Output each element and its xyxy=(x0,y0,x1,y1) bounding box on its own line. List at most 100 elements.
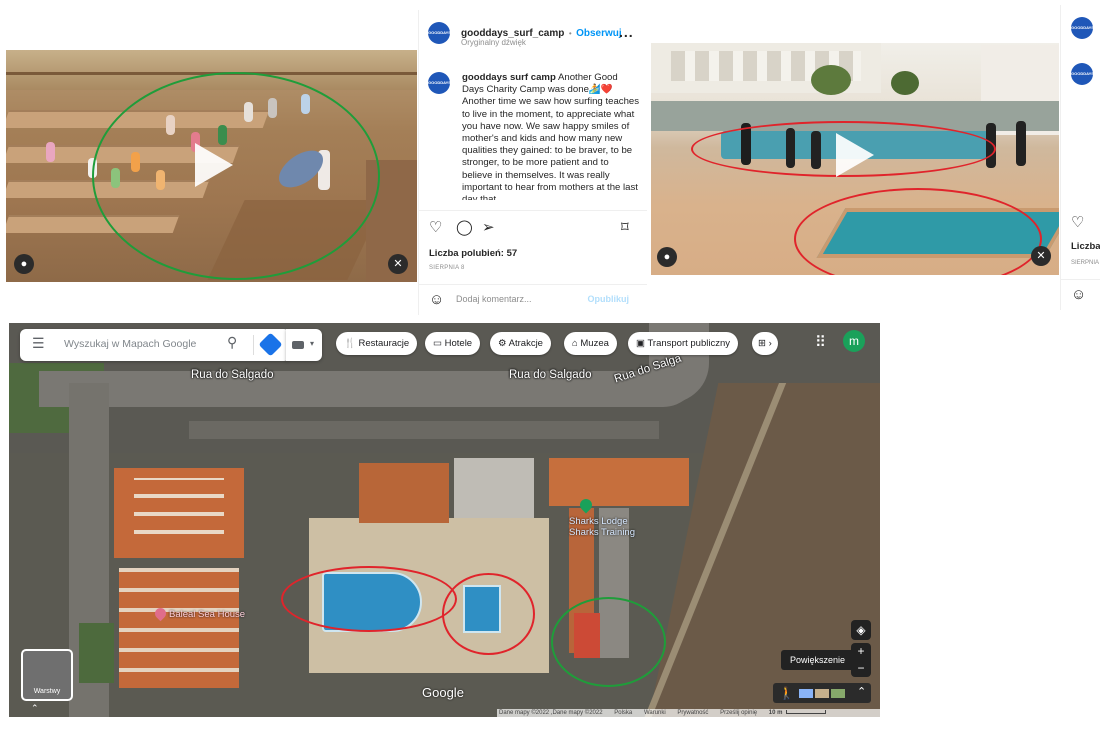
share-icon[interactable]: ➢ xyxy=(482,218,495,236)
menu-icon[interactable]: ☰ xyxy=(32,335,45,352)
caption-avatar[interactable]: GOODDAYS xyxy=(1071,63,1094,85)
save-bookmark-icon[interactable]: ⌑ xyxy=(621,218,629,236)
layers-expand-icon[interactable]: ⌃ xyxy=(31,703,39,714)
profile-avatar[interactable]: GOODDAYS xyxy=(428,22,451,44)
caption-username[interactable]: gooddays surf camp xyxy=(462,72,556,83)
layers-label: Warstwy xyxy=(33,688,61,695)
audio-label[interactable]: Oryginalny dźwięk xyxy=(461,38,526,47)
follow-button[interactable]: Obserwuj xyxy=(576,28,622,39)
chevron-down-icon: ▾ xyxy=(310,339,315,348)
account-avatar[interactable]: m xyxy=(843,330,865,352)
poi-label[interactable]: Baleal Sea House xyxy=(169,609,245,620)
caption-avatar[interactable]: GOODDAYS xyxy=(428,72,451,94)
post-date[interactable]: SIERPNIA xyxy=(1071,260,1099,266)
my-location-icon[interactable]: ◈ xyxy=(851,620,871,640)
footer-link[interactable]: Prześlij opinię xyxy=(720,710,757,716)
expand-up-icon[interactable]: ⌃ xyxy=(857,685,866,698)
divider xyxy=(1061,279,1100,280)
chip-label: Hotele xyxy=(444,338,473,349)
separator-dot: • xyxy=(568,29,572,38)
mute-icon[interactable]: ✕ xyxy=(1031,246,1051,266)
map-data-credit: Dane mapy ©2022 ,Dane mapy ©2022 xyxy=(499,710,603,716)
green-highlight-circle xyxy=(92,72,380,280)
street-label: Rua do Salgado xyxy=(191,369,274,381)
emoji-icon[interactable]: ☺ xyxy=(1071,286,1086,303)
green-highlight-circle xyxy=(551,597,666,687)
person xyxy=(1016,121,1026,166)
map-search-box[interactable]: ☰ Wyszukaj w Mapach Google ⚲ xyxy=(20,329,290,361)
post-caption: gooddays surf camp Another Good Days Cha… xyxy=(462,72,640,200)
road xyxy=(39,371,699,407)
chip-attractions[interactable]: ⚙ Atrakcje xyxy=(490,332,551,355)
divider xyxy=(253,335,254,355)
bottom-toolbar: 🚶 ⌃ xyxy=(773,683,871,703)
red-highlight-circle xyxy=(794,188,1042,275)
chip-hotels[interactable]: ▭ Hotele xyxy=(425,332,481,355)
video-player-1[interactable]: ● ✕ xyxy=(6,50,417,282)
building-roof xyxy=(359,463,449,523)
red-highlight-circle xyxy=(442,573,535,655)
like-icon[interactable]: ♡ xyxy=(429,218,442,236)
chip-restaurants[interactable]: 🍴 Restauracje xyxy=(336,332,418,355)
red-highlight-circle xyxy=(281,566,457,632)
more-options-button[interactable]: ... xyxy=(619,24,634,40)
user-tag-icon[interactable]: ● xyxy=(657,247,677,267)
caption-text: Another Good Days Charity Camp was done🏄… xyxy=(462,72,640,200)
directions-icon[interactable] xyxy=(258,332,283,357)
apps-grid-icon[interactable]: ⠿ xyxy=(815,333,826,351)
divider xyxy=(419,210,647,211)
chip-label: Atrakcje xyxy=(508,338,543,349)
scale-bar xyxy=(786,710,827,714)
building-roof xyxy=(134,478,224,548)
play-icon[interactable] xyxy=(195,143,233,187)
like-icon[interactable]: ♡ xyxy=(1071,213,1084,231)
google-map-satellite[interactable]: Rua do Salgado Rua do Salgado Rua do Sal… xyxy=(9,323,880,717)
chip-museums[interactable]: ⌂ Muzea xyxy=(564,332,617,355)
imagery-thumb[interactable] xyxy=(815,689,829,698)
tree xyxy=(891,71,919,95)
comment-bar: ☺ Dodaj komentarz... Opublikuj xyxy=(419,284,647,314)
building-roof xyxy=(454,458,534,518)
profile-avatar[interactable]: GOODDAYS xyxy=(1071,17,1094,39)
layers-button[interactable]: Warstwy xyxy=(21,649,73,701)
street-label: Rua do Salgado xyxy=(509,369,592,381)
person xyxy=(46,142,55,162)
emoji-icon[interactable]: ☺ xyxy=(429,291,444,308)
scale-label[interactable]: 10 m xyxy=(769,710,783,716)
footer-link[interactable]: Prywatność xyxy=(677,710,708,716)
search-input[interactable]: Wyszukaj w Mapach Google xyxy=(64,338,196,350)
building-roof xyxy=(119,568,239,688)
video-player-2[interactable]: ● ✕ xyxy=(651,43,1059,275)
chip-more-scroll[interactable]: ⊞ › xyxy=(752,332,778,355)
card-icon xyxy=(292,341,304,349)
comment-input[interactable]: Dodaj komentarz... xyxy=(456,294,532,304)
grass-area xyxy=(79,623,114,683)
road xyxy=(189,421,659,439)
transport-mode-dropdown[interactable]: ▾ xyxy=(286,329,322,361)
play-icon[interactable] xyxy=(836,133,874,177)
likes-count[interactable]: Liczba polubień: 57 xyxy=(429,248,517,259)
post-date[interactable]: SIERPNIA 8 xyxy=(429,265,465,271)
poi-label[interactable]: Sharks Lodge xyxy=(569,516,628,527)
chip-public-transport[interactable]: ▣ Transport publiczny xyxy=(628,332,738,355)
chip-label: Restauracje xyxy=(358,338,410,349)
publish-button[interactable]: Opublikuj xyxy=(588,294,630,304)
imagery-thumb[interactable] xyxy=(831,689,845,698)
chip-label: Transport publiczny xyxy=(647,338,730,349)
footer-link[interactable]: Warunki xyxy=(644,710,666,716)
map-footer: Dane mapy ©2022 ,Dane mapy ©2022 Polska … xyxy=(497,709,880,717)
likes-count[interactable]: Liczba xyxy=(1071,241,1100,252)
tree xyxy=(811,65,851,95)
imagery-thumb[interactable] xyxy=(799,689,813,698)
search-icon[interactable]: ⚲ xyxy=(227,334,237,351)
user-tag-icon[interactable]: ● xyxy=(14,254,34,274)
google-logo: Google xyxy=(422,685,464,700)
footer-link[interactable]: Polska xyxy=(614,710,632,716)
pegman-icon[interactable]: 🚶 xyxy=(779,686,794,700)
instagram-post-panel-partial: GOODDAYS GOODDAYS ♡ Liczba SIERPNIA ☺ xyxy=(1060,5,1100,310)
instagram-post-panel: GOODDAYS gooddays_surf_camp • Obserwuj O… xyxy=(418,10,647,315)
poi-label[interactable]: Sharks Training xyxy=(569,527,635,538)
mute-icon[interactable]: ✕ xyxy=(388,254,408,274)
building-roof xyxy=(549,458,689,506)
comment-icon[interactable]: ◯ xyxy=(456,218,473,236)
